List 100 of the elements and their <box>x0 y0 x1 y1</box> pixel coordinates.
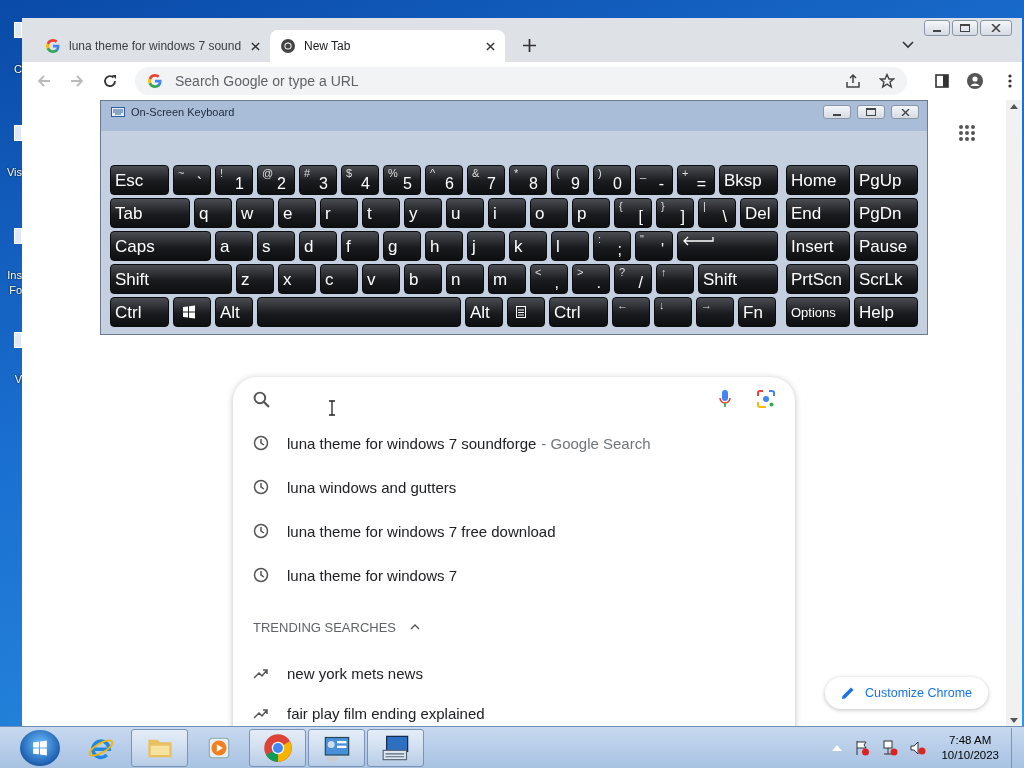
side-panel-icon[interactable] <box>934 73 950 89</box>
keyboard-key[interactable]: Insert <box>786 231 850 261</box>
chevron-up-icon[interactable] <box>410 624 421 630</box>
keyboard-key[interactable]: < , <box>530 264 568 294</box>
restore-button[interactable] <box>857 105 885 119</box>
keyboard-key[interactable]: ~ ` <box>173 165 211 195</box>
keyboard-key[interactable]: ScrLk <box>854 264 918 294</box>
keyboard-key[interactable]: Pause <box>854 231 918 261</box>
taskbar-button[interactable] <box>367 728 424 767</box>
keyboard-key[interactable]: * 8 <box>509 165 547 195</box>
keyboard-key[interactable]: $ 4 <box>341 165 379 195</box>
enter-key[interactable] <box>677 231 778 261</box>
keyboard-key[interactable]: Caps <box>110 231 211 261</box>
keyboard-key[interactable]: + = <box>677 165 715 195</box>
keyboard-key[interactable]: e <box>278 198 316 228</box>
keyboard-key[interactable]: ↑ <box>656 264 694 294</box>
keyboard-key[interactable]: % 5 <box>383 165 421 195</box>
keyboard-key[interactable]: y <box>404 198 442 228</box>
keyboard-key[interactable]: u <box>446 198 484 228</box>
menu-icon[interactable] <box>1008 73 1012 89</box>
keyboard-key[interactable]: Home <box>786 165 850 195</box>
close-tab-icon[interactable] <box>486 41 495 51</box>
keyboard-key[interactable]: PrtScn <box>786 264 850 294</box>
keyboard-key[interactable]: Shift <box>698 264 778 294</box>
keyboard-key[interactable]: ( 9 <box>551 165 589 195</box>
minimize-button[interactable] <box>823 105 851 119</box>
keyboard-key[interactable]: @ 2 <box>257 165 295 195</box>
keyboard-key[interactable]: w <box>236 198 274 228</box>
keyboard-key[interactable]: Bksp <box>719 165 778 195</box>
bookmark-star-icon[interactable] <box>879 73 895 89</box>
camera-search-icon[interactable] <box>757 390 775 408</box>
keyboard-key[interactable]: x <box>278 264 316 294</box>
keyboard-key[interactable]: _ - <box>635 165 673 195</box>
close-button[interactable] <box>980 20 1012 36</box>
keyboard-key[interactable]: p <box>572 198 610 228</box>
keyboard-key[interactable]: f <box>341 231 379 261</box>
keyboard-key[interactable]: h <box>425 231 463 261</box>
keyboard-key[interactable]: End <box>786 198 850 228</box>
keyboard-key[interactable]: & 7 <box>467 165 505 195</box>
customize-chrome-button[interactable]: Customize Chrome <box>825 677 988 709</box>
browser-tab[interactable]: New Tab <box>270 30 505 62</box>
keyboard-key[interactable]: ? / <box>614 264 652 294</box>
keyboard-key[interactable]: Tab <box>110 198 190 228</box>
keyboard-key[interactable]: ) 0 <box>593 165 631 195</box>
apps-grid-icon[interactable] <box>958 124 976 142</box>
new-tab-icon[interactable] <box>523 39 536 52</box>
keyboard-key[interactable]: c <box>320 264 358 294</box>
keyboard-key[interactable]: Alt <box>215 297 253 327</box>
close-tab-icon[interactable] <box>251 41 260 51</box>
keyboard-key[interactable]: n <box>446 264 484 294</box>
keyboard-key[interactable]: } ] <box>656 198 694 228</box>
system-clock[interactable]: 7:48 AM 10/10/2023 <box>941 732 999 763</box>
keyboard-key[interactable]: Fn <box>738 297 776 327</box>
keyboard-key[interactable]: ← <box>612 297 650 327</box>
keyboard-key[interactable]: Alt <box>465 297 503 327</box>
keyboard-key[interactable]: Help <box>854 297 918 327</box>
trending-search[interactable]: new york mets news <box>253 653 775 693</box>
menu-key[interactable] <box>507 297 545 327</box>
restore-button[interactable] <box>952 20 978 36</box>
keyboard-key[interactable]: | \ <box>698 198 736 228</box>
minimize-button[interactable] <box>924 20 950 36</box>
keyboard-key[interactable]: v <box>362 264 400 294</box>
flag-warning-icon[interactable] <box>854 739 871 756</box>
keyboard-key[interactable]: # 3 <box>299 165 337 195</box>
keyboard-key[interactable]: PgUp <box>854 165 918 195</box>
close-button[interactable] <box>891 105 919 119</box>
keyboard-key[interactable]: m <box>488 264 526 294</box>
scroll-down-arrow-icon[interactable] <box>1010 718 1018 723</box>
keyboard-key[interactable]: " ' <box>635 231 673 261</box>
keyboard-key[interactable]: j <box>467 231 505 261</box>
search-suggestion[interactable]: luna theme for windows 7 soundforge - Google Search <box>253 421 775 465</box>
keyboard-key[interactable]: g <box>383 231 421 261</box>
keyboard-key[interactable]: i <box>488 198 526 228</box>
keyboard-key[interactable]: o <box>530 198 568 228</box>
share-icon[interactable] <box>845 73 861 89</box>
profile-avatar-icon[interactable] <box>967 73 983 89</box>
keyboard-key[interactable]: Ctrl <box>110 297 169 327</box>
keyboard-key[interactable]: Shift <box>110 264 232 294</box>
keyboard-key[interactable]: b <box>404 264 442 294</box>
keyboard-key[interactable]: { [ <box>614 198 652 228</box>
search-suggestion[interactable]: luna theme for windows 7 <box>253 553 775 597</box>
speaker-muted-icon[interactable] <box>910 739 927 756</box>
keyboard-key[interactable]: l <box>551 231 589 261</box>
keyboard-key[interactable]: d <box>299 231 337 261</box>
chevron-down-icon[interactable] <box>902 41 914 49</box>
reload-icon[interactable] <box>102 73 118 89</box>
start-button[interactable] <box>20 729 60 766</box>
keyboard-key[interactable]: Options <box>786 297 850 327</box>
keyboard-key[interactable]: k <box>509 231 547 261</box>
keyboard-key[interactable]: a <box>215 231 253 261</box>
keyboard-key[interactable]: ↓ <box>654 297 692 327</box>
keyboard-key[interactable]: z <box>236 264 274 294</box>
address-bar[interactable]: Search Google or type a URL <box>135 67 907 95</box>
keyboard-key[interactable]: > . <box>572 264 610 294</box>
scrollbar[interactable] <box>1006 100 1022 727</box>
keyboard-key[interactable]: t <box>362 198 400 228</box>
keyboard-key[interactable]: → <box>696 297 734 327</box>
keyboard-key[interactable]: q <box>194 198 232 228</box>
search-suggestion[interactable]: luna theme for windows 7 free download <box>253 509 775 553</box>
keyboard-key[interactable]: s <box>257 231 295 261</box>
